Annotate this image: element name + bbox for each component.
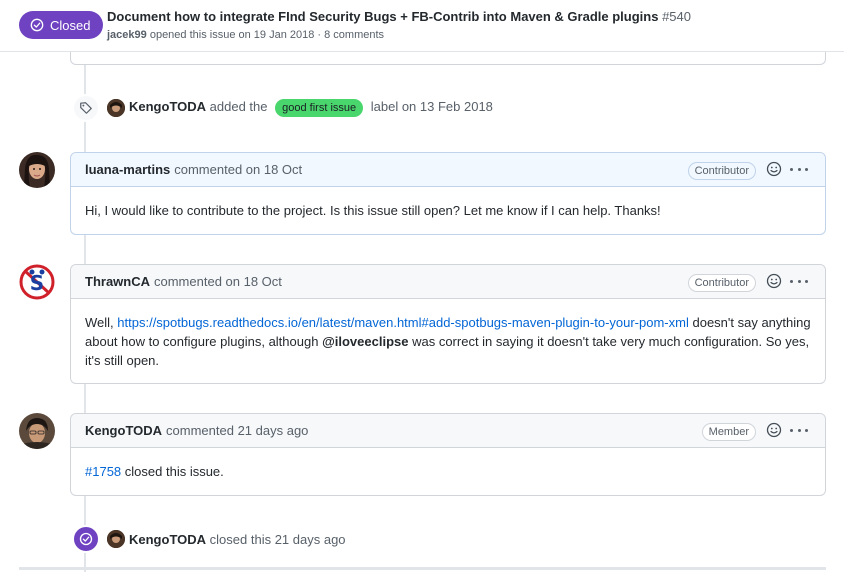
pull-request-link[interactable]: #1758 [85, 464, 121, 479]
comment-body: Hi, I would like to contribute to the pr… [71, 187, 825, 235]
close-event-description: closed this 21 days ago [209, 531, 346, 547]
label-event-after: label on 13 Feb 2018 [370, 99, 493, 114]
timeline-end-divider [19, 567, 826, 570]
comment-author[interactable]: luana-martins [85, 162, 170, 177]
user-mention[interactable]: @iloveeclipse [322, 334, 408, 349]
issue-title-text: Document how to integrate FInd Security … [107, 9, 659, 24]
avatar[interactable] [19, 152, 55, 188]
author-role-badge: Member [701, 423, 756, 441]
comment-body: #1758 closed this issue. [71, 448, 825, 496]
smiley-icon[interactable] [766, 422, 782, 438]
comment: KengoTODA commented 21 days ago Member #… [70, 413, 826, 496]
issue-number: #540 [662, 9, 691, 24]
kebab-icon[interactable] [790, 161, 808, 177]
issue-meta-text: opened this issue on 19 Jan 2018 · 8 com… [149, 29, 385, 41]
comment-text: Hi, I would like to contribute to the pr… [85, 203, 661, 218]
comment: ThrawnCA commented on 18 Oct Contributor… [70, 264, 826, 384]
comment-body: Well, https://spotbugs.readthedocs.io/en… [71, 299, 825, 385]
avatar[interactable]: S [19, 264, 55, 300]
label-event: KengoTODA added the good first issue lab… [72, 94, 493, 122]
comment-timestamp[interactable]: commented on 18 Oct [154, 274, 282, 289]
avatar[interactable] [19, 413, 55, 449]
label-event-actor[interactable]: KengoTODA [129, 99, 206, 114]
comment-timestamp[interactable]: commented on 18 Oct [174, 162, 302, 177]
author-role-badge: Contributor [687, 162, 756, 180]
actor-avatar[interactable] [107, 99, 125, 117]
issue-meta: jacek99 opened this issue on 19 Jan 2018… [107, 29, 384, 41]
label-event-text: KengoTODA added the good first issue lab… [129, 99, 493, 117]
comment: luana-martins commented on 18 Oct Contri… [70, 152, 826, 235]
issue-opener-link[interactable]: jacek99 [107, 29, 147, 41]
comment-timestamp[interactable]: commented 21 days ago [166, 423, 308, 438]
comment-header: ThrawnCA commented on 18 Oct Contributor [71, 265, 825, 299]
issue-title: Document how to integrate FInd Security … [107, 9, 691, 24]
actor-avatar[interactable] [107, 530, 125, 548]
smiley-icon[interactable] [766, 273, 782, 289]
comment-header: luana-martins commented on 18 Oct Contri… [71, 153, 825, 187]
comment-text-suffix: closed this issue. [124, 464, 224, 479]
issue-closed-icon [30, 18, 44, 32]
comment-text-prefix: Well, [85, 315, 114, 330]
issue-closed-icon [72, 525, 100, 553]
comment-author[interactable]: ThrawnCA [85, 274, 150, 289]
close-event-text: KengoTODA closed this 21 days ago [129, 532, 346, 547]
comment-header: KengoTODA commented 21 days ago Member [71, 414, 825, 448]
svg-text:S: S [30, 271, 44, 295]
comment-author[interactable]: KengoTODA [85, 423, 162, 438]
issue-state-badge: Closed [19, 11, 104, 39]
kebab-icon[interactable] [790, 273, 808, 289]
tag-icon [72, 94, 100, 122]
spotbugs-docs-link[interactable]: https://spotbugs.readthedocs.io/en/lates… [117, 315, 689, 330]
issue-state-label: Closed [50, 17, 91, 33]
close-event: KengoTODA closed this 21 days ago [72, 525, 346, 553]
smiley-icon[interactable] [766, 161, 782, 177]
author-role-badge: Contributor [687, 274, 756, 292]
kebab-icon[interactable] [790, 422, 808, 438]
good-first-issue-label[interactable]: good first issue [275, 99, 364, 117]
label-event-before: added the [209, 99, 268, 114]
close-event-actor[interactable]: KengoTODA [129, 532, 206, 547]
sticky-issue-header: Closed Document how to integrate FInd Se… [0, 0, 844, 52]
